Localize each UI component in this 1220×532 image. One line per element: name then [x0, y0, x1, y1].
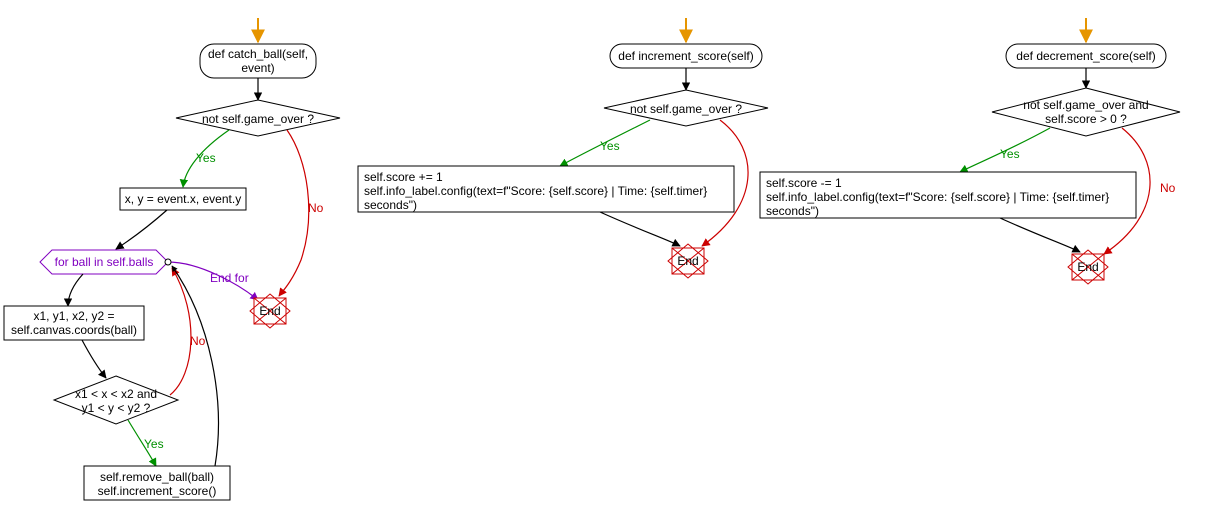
end-label-1: End — [259, 304, 280, 318]
edge-body-loop — [172, 266, 218, 466]
cond2-label-l1: x1 < x < x2 and — [75, 387, 157, 401]
assign1-label: x, y = event.x, event.y — [125, 192, 241, 206]
endfor-label: End for — [210, 271, 249, 285]
end-node-fc3: End — [1068, 250, 1108, 284]
body-label-2-l1: self.score += 1 — [364, 170, 443, 184]
loop-inbound-dot — [165, 259, 171, 265]
yes-label-1: Yes — [196, 151, 216, 165]
body-label-3-l1: self.score -= 1 — [766, 176, 842, 190]
end-node-fc2: End — [668, 244, 708, 278]
flowchart-catch-ball: def catch_ball(self, event) not self.gam… — [4, 18, 340, 500]
edge-assign-for — [116, 210, 167, 249]
flowchart-decrement-score: def decrement_score(self) not self.game_… — [760, 18, 1180, 284]
body-label-3-l3: seconds") — [766, 204, 819, 218]
edge-cond2-no — [170, 268, 191, 395]
yes-label-4: Yes — [1000, 147, 1020, 161]
body-label-3-l2: self.info_label.config(text=f"Score: {se… — [766, 190, 1109, 204]
no-label-1: No — [308, 201, 324, 215]
edge-guard-no — [279, 130, 309, 296]
edge-body-end-2 — [600, 212, 680, 246]
edge-for-iter — [68, 274, 83, 306]
guard-label: not self.game_over ? — [202, 112, 314, 126]
no-label-4: No — [1160, 181, 1176, 195]
entry-label-3: def decrement_score(self) — [1016, 49, 1155, 63]
entry-label-l1: def catch_ball(self, — [208, 47, 308, 61]
entry-label-2: def increment_score(self) — [618, 49, 753, 63]
end-label-3: End — [1077, 260, 1098, 274]
end-label-2: End — [677, 254, 698, 268]
body-label-l2: self.increment_score() — [98, 484, 217, 498]
entry-label-l2: event) — [241, 61, 274, 75]
for-loop-label: for ball in self.balls — [55, 255, 154, 269]
guard-label-2: not self.game_over ? — [630, 102, 742, 116]
guard-label-3-l2: self.score > 0 ? — [1045, 112, 1127, 126]
body-label-l1: self.remove_ball(ball) — [100, 470, 214, 484]
edge-assign2-cond2 — [82, 340, 106, 378]
assign2-label-l2: self.canvas.coords(ball) — [11, 323, 137, 337]
cond2-label-l2: y1 < y < y2 ? — [82, 401, 151, 415]
flowcharts-canvas: def catch_ball(self, event) not self.gam… — [0, 0, 1220, 532]
edge-body-end-3 — [1000, 218, 1080, 252]
guard-label-3-l1: not self.game_over and — [1023, 98, 1148, 112]
body-label-2-l2: self.info_label.config(text=f"Score: {se… — [364, 184, 707, 198]
end-node-fc1: End — [250, 294, 290, 328]
assign2-label-l1: x1, y1, x2, y2 = — [33, 309, 114, 323]
flowchart-increment-score: def increment_score(self) not self.game_… — [358, 18, 776, 278]
yes-label-3: Yes — [600, 139, 620, 153]
yes-label-2: Yes — [144, 437, 164, 451]
body-label-2-l3: seconds") — [364, 198, 417, 212]
no-label-2: No — [190, 334, 206, 348]
